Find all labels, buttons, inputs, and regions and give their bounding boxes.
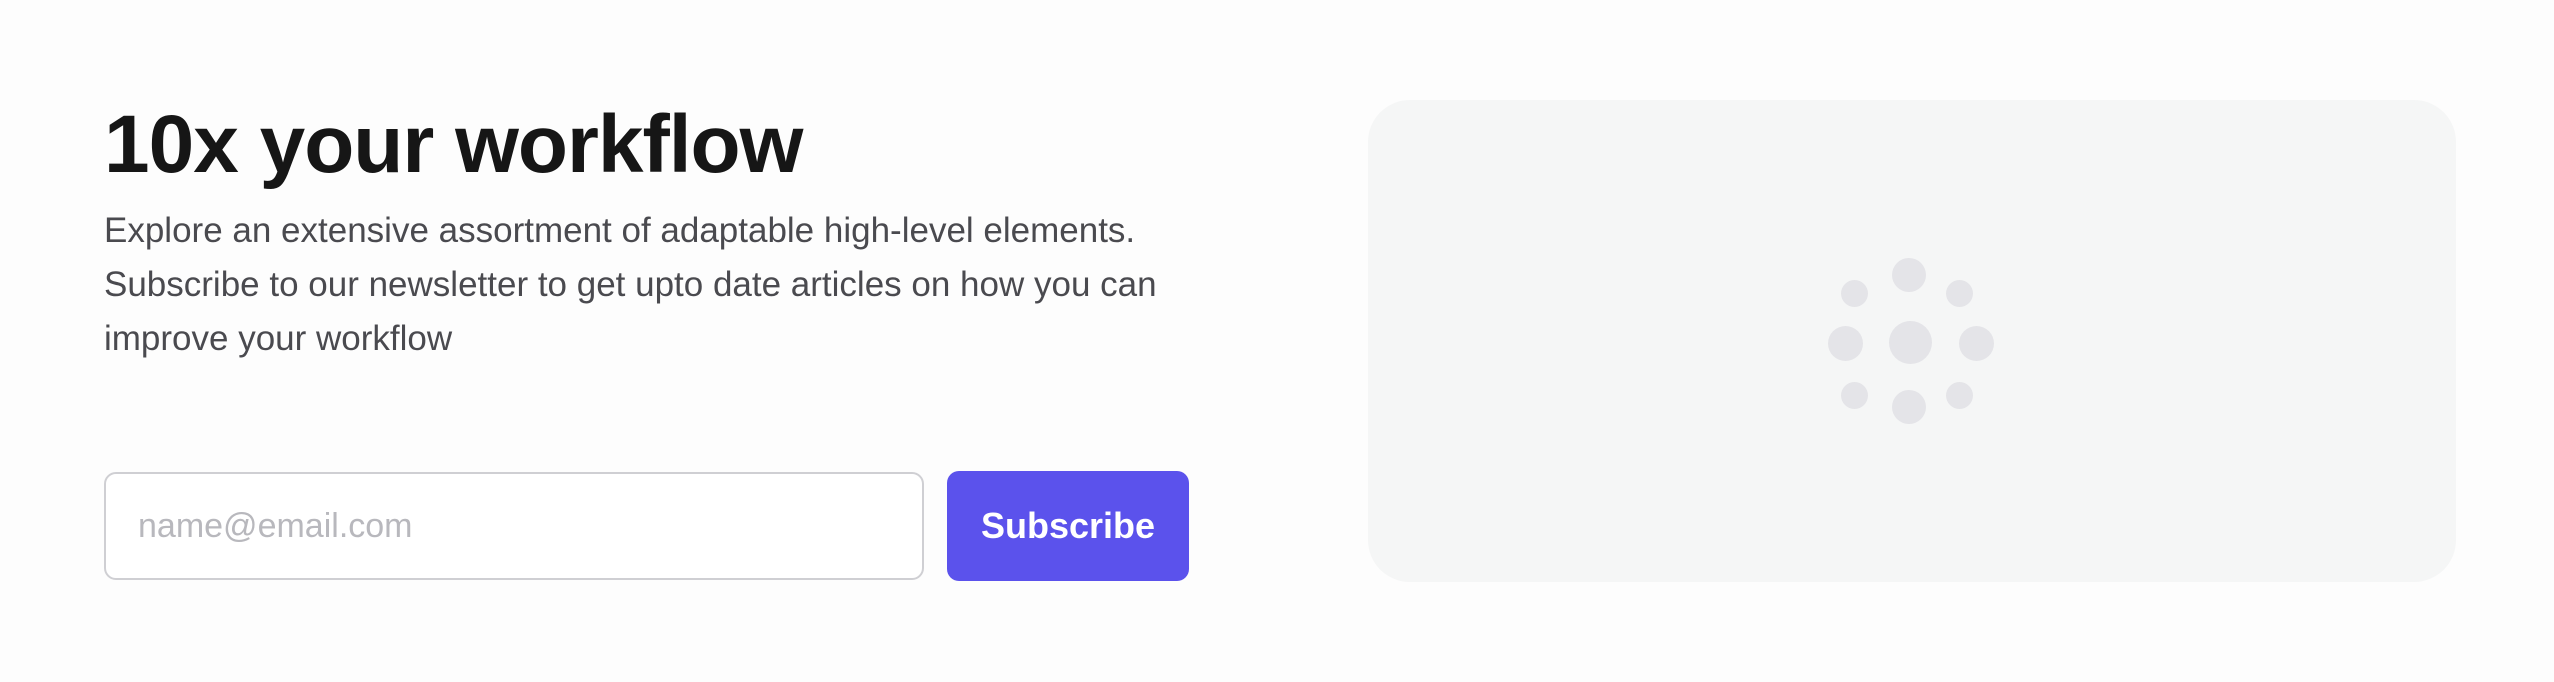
hero-description: Explore an extensive assortment of adapt… bbox=[104, 211, 1157, 359]
loader-dot bbox=[1892, 258, 1926, 292]
loader-dot bbox=[1946, 382, 1973, 409]
loader-dot bbox=[1892, 390, 1926, 424]
loader-dot bbox=[1841, 382, 1868, 409]
subscribe-button[interactable]: Subscribe bbox=[947, 471, 1189, 581]
page-title: 10x your workflow bbox=[104, 99, 803, 190]
loader-dot bbox=[1959, 326, 1994, 361]
loading-spinner-icon bbox=[1828, 258, 1996, 426]
newsletter-section: 10x your workflow Explore an extensive a… bbox=[0, 0, 2554, 682]
email-field[interactable] bbox=[104, 472, 924, 580]
loader-dot bbox=[1946, 280, 1973, 307]
loader-center-dot bbox=[1889, 321, 1932, 364]
media-placeholder bbox=[1368, 100, 2456, 582]
newsletter-form: Subscribe bbox=[104, 471, 1189, 581]
loader-dot bbox=[1841, 280, 1868, 307]
loader-dot bbox=[1828, 326, 1863, 361]
hero-content: 10x your workflow Explore an extensive a… bbox=[104, 99, 1204, 366]
